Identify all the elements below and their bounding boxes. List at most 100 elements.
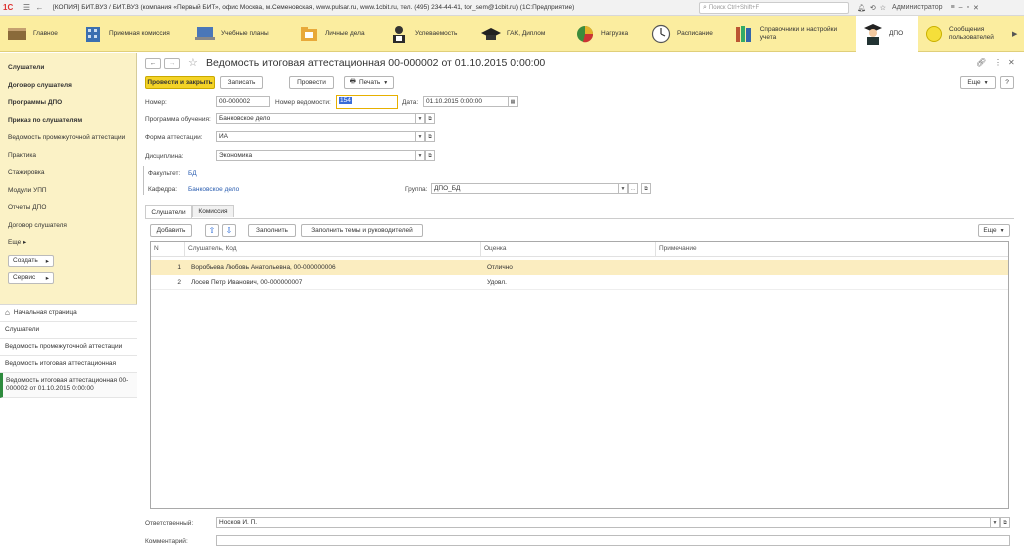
section-gak-diploma[interactable]: ГАК, Диплом [474, 16, 568, 52]
bell-icon[interactable]: 🔔︎ [857, 4, 866, 12]
history-home[interactable]: ⌂ Начальная страница [0, 305, 137, 322]
graduate-icon [862, 23, 884, 45]
arrow-up-icon: ⇧ [208, 226, 216, 235]
move-down-button[interactable]: ⇩ [222, 224, 236, 237]
department-label: Кафедра: [148, 186, 178, 193]
section-directories[interactable]: Справочники и настройки учета [728, 16, 856, 52]
responsible-open[interactable]: ⧉ [1000, 517, 1010, 528]
global-search-input[interactable]: ⌕ Поиск Ctrl+Shift+F [699, 1, 849, 14]
post-and-close-button[interactable]: Провести и закрыть [145, 76, 215, 89]
more-button[interactable]: Еще ▼ [960, 76, 996, 89]
column-header-grade[interactable]: Оценка [481, 242, 656, 256]
open-link-icon: ⧉ [428, 152, 432, 159]
section-workload[interactable]: Нагрузка [568, 16, 644, 52]
tab-commission[interactable]: Комиссия [192, 205, 234, 217]
scroll-right-icon[interactable]: ▶ [1012, 30, 1017, 38]
history-item[interactable]: Ведомость итоговая аттестационная [0, 356, 137, 373]
nav-more[interactable]: Еще ▸ [8, 234, 136, 252]
fill-topics-button[interactable]: Заполнить темы и руководителей [301, 224, 423, 237]
table-row[interactable]: 2 Лосев Петр Иванович, 00-000000007 Удов… [151, 275, 1008, 290]
nav-item-listener-orders[interactable]: Приказ по слушателям [8, 112, 136, 130]
group-dropdown[interactable]: ▼ [618, 183, 628, 194]
post-button[interactable]: Провести [289, 76, 334, 89]
listeners-table[interactable]: N Слушатель, Код Оценка Примечание 1 Вор… [150, 241, 1009, 509]
attestation-form-open[interactable]: ⧉ [425, 131, 435, 142]
table-row[interactable]: 1 Воробьева Любовь Анатольевна, 00-00000… [151, 260, 1008, 275]
forward-button[interactable]: → [164, 58, 180, 69]
graduation-cap-icon [480, 23, 502, 45]
section-messages[interactable]: Сообщения пользователей [918, 16, 1010, 52]
nav-back-icon[interactable]: ← [34, 2, 45, 13]
history-icon[interactable]: ⟲ [870, 4, 876, 12]
program-open[interactable]: ⧉ [425, 113, 435, 124]
move-up-button[interactable]: ⇧ [205, 224, 219, 237]
history-item[interactable]: Ведомость промежуточной аттестации [0, 339, 137, 356]
nav-item-intermediate-sheet[interactable]: Ведомость промежуточной аттестации [8, 129, 136, 147]
nav-item-upp-modules[interactable]: Модули УПП [8, 182, 136, 200]
favorite-star-icon[interactable]: ☆ [188, 56, 198, 69]
minimize-icon[interactable]: – [959, 4, 963, 11]
section-curricula[interactable]: Учебные планы [188, 16, 292, 52]
link-icon[interactable]: 🔗︎ [976, 58, 986, 67]
nav-item-practice[interactable]: Практика [8, 147, 136, 165]
column-header-n[interactable]: N [151, 242, 185, 256]
discipline-open[interactable]: ⧉ [425, 150, 435, 161]
chevron-right-icon: ▸ [23, 239, 27, 246]
maximize-icon[interactable]: ▫ [967, 4, 969, 11]
section-main[interactable]: Главное [0, 16, 76, 52]
attestation-form-field[interactable]: ИА [216, 131, 416, 142]
star-icon[interactable]: ☆ [880, 4, 886, 12]
navigation-panel: Слушатели Договор слушателя Программы ДП… [0, 53, 137, 554]
service-button[interactable]: Сервис ▸ [8, 271, 54, 284]
section-admission[interactable]: Приемная комиссия [76, 16, 188, 52]
table-more-button[interactable]: Еще ▼ [978, 224, 1010, 237]
nav-item-listeners[interactable]: Слушатели [8, 59, 136, 77]
settings-icon[interactable]: ≡ [951, 4, 955, 11]
nav-item-internship[interactable]: Стажировка [8, 164, 136, 182]
responsible-dropdown[interactable]: ▼ [990, 517, 1000, 528]
group-open[interactable]: ⧉ [641, 183, 651, 194]
program-dropdown[interactable]: ▼ [415, 113, 425, 124]
date-field[interactable]: 01.10.2015 0:00:00 [423, 96, 509, 107]
section-personal-files[interactable]: Личные дела [292, 16, 382, 52]
faculty-link[interactable]: БД [188, 170, 197, 177]
print-button[interactable]: 🖶︎ Печать ▼ [344, 76, 394, 89]
menu-icon[interactable]: ☰ [21, 2, 32, 13]
tab-listeners[interactable]: Слушатели [145, 205, 192, 218]
nav-item-dpo-reports[interactable]: Отчеты ДПО [8, 199, 136, 217]
add-row-button[interactable]: Добавить [150, 224, 192, 237]
user-name[interactable]: Администратор [892, 4, 943, 11]
arrow-down-icon: ⇩ [225, 226, 233, 235]
help-button[interactable]: ? [1000, 76, 1014, 89]
group-select[interactable]: … [628, 183, 638, 194]
more-actions-icon[interactable]: ⋮ [994, 58, 1002, 67]
responsible-field[interactable]: Носков И. П. [216, 517, 991, 528]
back-button[interactable]: ← [145, 58, 161, 69]
attestation-form-dropdown[interactable]: ▼ [415, 131, 425, 142]
header-divider [151, 256, 1008, 257]
close-icon[interactable]: ✕ [973, 4, 979, 12]
fill-button[interactable]: Заполнить [248, 224, 296, 237]
number-field[interactable]: 00-000002 [216, 96, 270, 107]
close-form-icon[interactable]: ✕ [1008, 58, 1015, 67]
department-link[interactable]: Банковское дело [188, 186, 239, 193]
column-header-student[interactable]: Слушатель, Код [185, 242, 481, 256]
nav-item-listener-contract[interactable]: Договор слушателя [8, 77, 136, 95]
column-header-note[interactable]: Примечание [656, 242, 1008, 256]
discipline-dropdown[interactable]: ▼ [415, 150, 425, 161]
group-field[interactable]: ДПО_БД [431, 183, 619, 194]
history-item[interactable]: Слушатели [0, 322, 137, 339]
nav-item-listener-contract-2[interactable]: Договор слушателя [8, 217, 136, 235]
sheet-number-field[interactable]: 154 [336, 95, 398, 109]
calendar-button[interactable]: ▦ [508, 96, 518, 107]
section-progress[interactable]: Успеваемость [382, 16, 474, 52]
save-button[interactable]: Записать [220, 76, 263, 89]
nav-item-dpo-programs[interactable]: Программы ДПО [8, 94, 136, 112]
section-dpo[interactable]: ДПО [856, 15, 918, 52]
section-schedule[interactable]: Расписание [644, 16, 728, 52]
create-button[interactable]: Создать ▸ [8, 254, 54, 267]
program-field[interactable]: Банковское дело [216, 113, 416, 124]
discipline-field[interactable]: Экономика [216, 150, 416, 161]
history-item-current[interactable]: Ведомость итоговая аттестационная 00-000… [0, 373, 137, 398]
comment-field[interactable] [216, 535, 1010, 546]
